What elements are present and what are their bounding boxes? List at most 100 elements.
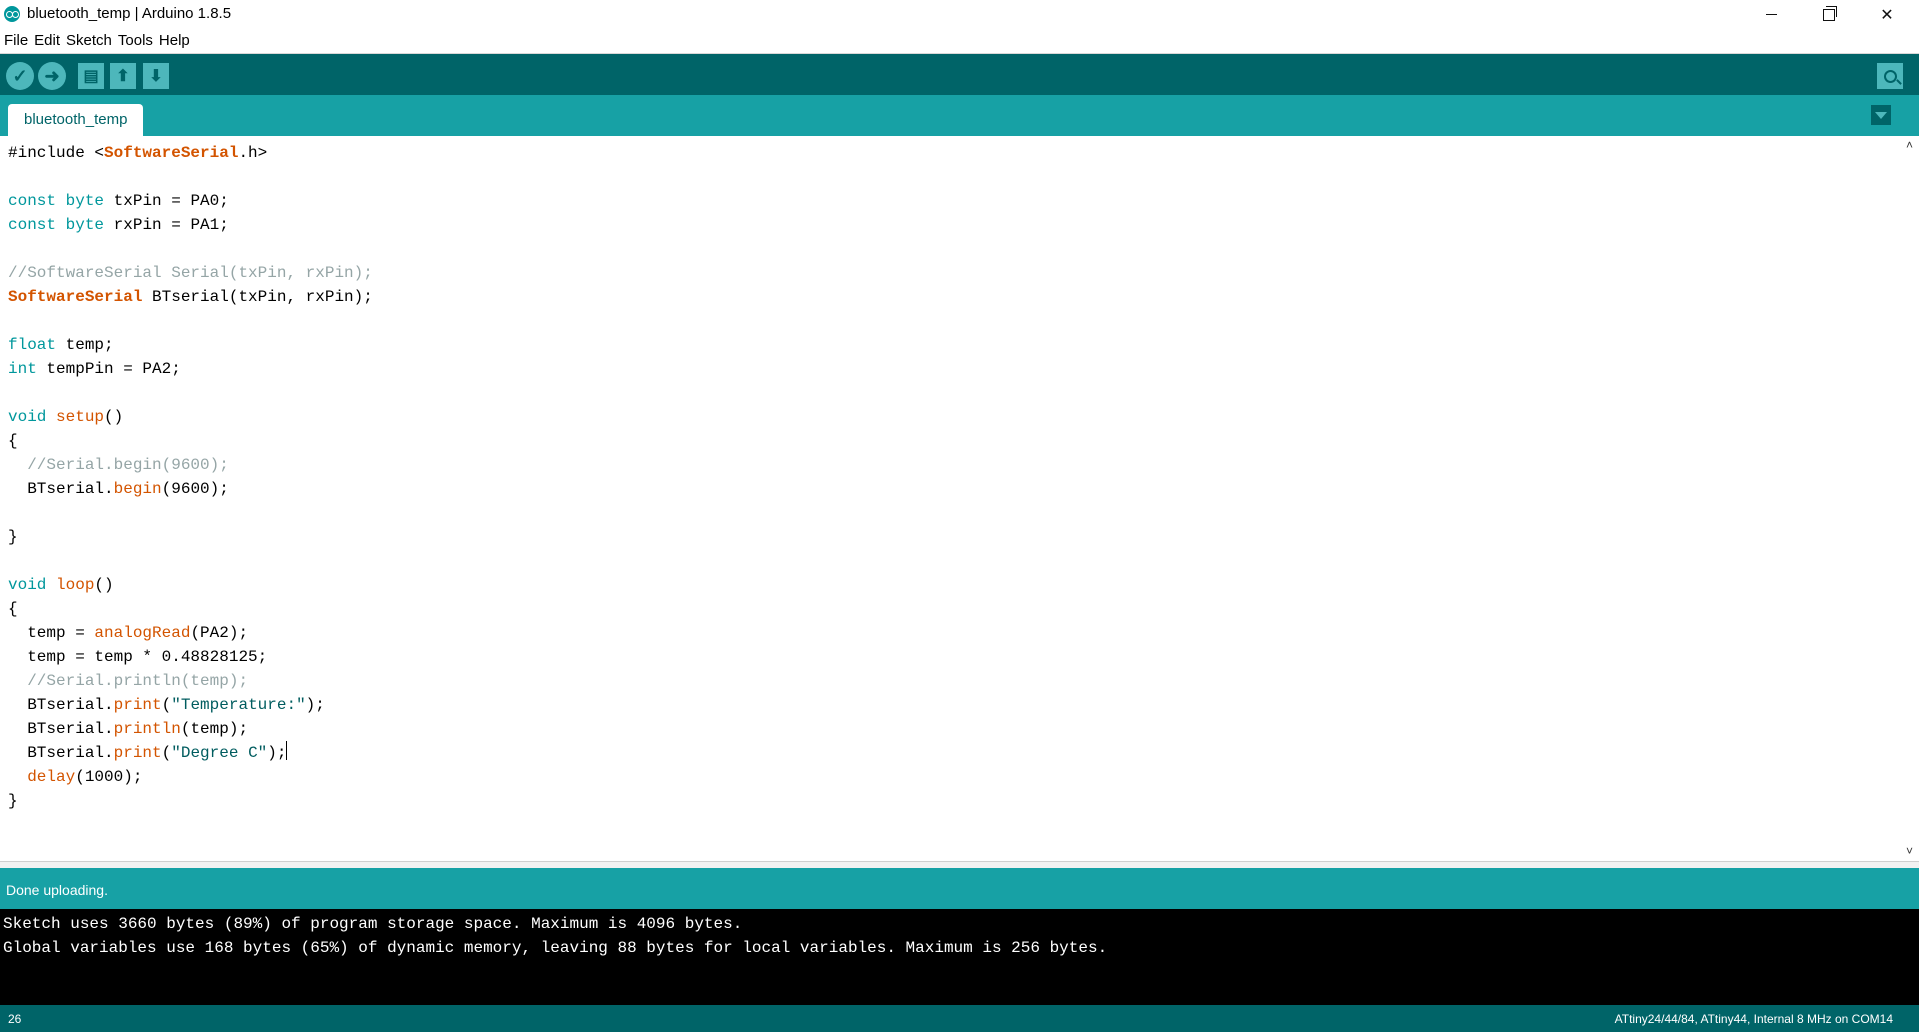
code-token: print [113, 744, 162, 762]
tab-bar: bluetooth_temp [0, 95, 1919, 136]
code-token: "Degree C" [171, 744, 268, 762]
code-token: BTserial. [8, 720, 114, 738]
new-sketch-button[interactable]: ▤ [78, 63, 104, 89]
code-line[interactable]: //SoftwareSerial Serial(txPin, rxPin); [8, 261, 373, 285]
code-line[interactable]: SoftwareSerial BTserial(txPin, rxPin); [8, 285, 373, 309]
code-line[interactable]: const byte rxPin = PA1; [8, 213, 373, 237]
menu-file[interactable]: File [0, 29, 30, 49]
code-token: println [113, 720, 181, 738]
code-token: "Temperature:" [171, 696, 306, 714]
code-line[interactable]: #include <SoftwareSerial.h> [8, 141, 373, 165]
menu-bar: File Edit Sketch Tools Help [0, 29, 1919, 54]
maximize-button[interactable] [1800, 0, 1858, 29]
code-line[interactable]: const byte txPin = PA0; [8, 189, 373, 213]
code-token: float [8, 336, 57, 354]
code-token: temp = temp * 0.48828125; [8, 648, 268, 666]
code-token: #include < [8, 144, 105, 162]
menu-sketch[interactable]: Sketch [62, 29, 114, 49]
code-line[interactable]: BTserial.print("Temperature:"); [8, 693, 373, 717]
code-token: loop [56, 576, 95, 594]
code-token: { [8, 600, 18, 618]
code-token: SoftwareSerial [104, 144, 239, 162]
status-bar: Done uploading. [0, 868, 1919, 909]
code-token: byte [65, 216, 105, 234]
document-icon: ▤ [83, 68, 99, 85]
code-line[interactable]: //Serial.println(temp); [8, 669, 373, 693]
code-line[interactable]: float temp; [8, 333, 373, 357]
code-token: ); [267, 744, 287, 762]
code-line[interactable] [8, 309, 373, 333]
board-info: ATtiny24/44/84, ATtiny44, Internal 8 MHz… [1614, 1012, 1893, 1026]
code-line[interactable] [8, 381, 373, 405]
status-message: Done uploading. [6, 882, 108, 898]
code-editor[interactable]: #include <SoftwareSerial.h> const byte tx… [0, 136, 1900, 861]
restore-icon [1823, 5, 1837, 21]
tab-bluetooth-temp[interactable]: bluetooth_temp [8, 104, 144, 136]
console-line: Sketch uses 3660 bytes (89%) of program … [3, 915, 743, 933]
verify-button[interactable]: ✓ [6, 62, 34, 90]
close-button[interactable]: ✕ [1858, 0, 1916, 29]
code-line[interactable]: BTserial.begin(9600); [8, 477, 373, 501]
code-line[interactable]: BTserial.println(temp); [8, 717, 373, 741]
code-line[interactable]: int tempPin = PA2; [8, 357, 373, 381]
code-token: BTserial. [8, 744, 114, 762]
code-token: //Serial.begin(9600); [8, 456, 229, 474]
code-line[interactable]: temp = temp * 0.48828125; [8, 645, 373, 669]
code-line[interactable]: { [8, 429, 373, 453]
code-line[interactable] [8, 549, 373, 573]
console-output[interactable]: Sketch uses 3660 bytes (89%) of program … [0, 909, 1919, 1005]
footer-bar: 26 ATtiny24/44/84, ATtiny44, Internal 8 … [0, 1005, 1919, 1032]
code-token: void [8, 576, 47, 594]
right-arrow-icon: ➜ [44, 65, 60, 86]
code-line[interactable] [8, 237, 373, 261]
code-token: analogRead [94, 624, 191, 642]
scroll-down-icon[interactable]: ˅ [1904, 845, 1915, 857]
code-token: const [8, 216, 57, 234]
toolbar: ✓ ➜ ▤ ⬆ ⬇ [0, 54, 1919, 95]
code-area[interactable]: #include <SoftwareSerial.h> const byte tx… [8, 141, 373, 813]
tab-menu-button[interactable] [1871, 105, 1891, 125]
code-token: const [8, 192, 57, 210]
code-line[interactable]: temp = analogRead(PA2); [8, 621, 373, 645]
code-token: } [8, 528, 18, 546]
code-line[interactable]: BTserial.print("Degree C"); [8, 741, 373, 765]
checkmark-icon: ✓ [12, 65, 28, 86]
code-token: delay [27, 768, 76, 786]
code-token: temp; [56, 336, 114, 354]
code-line[interactable]: //Serial.begin(9600); [8, 453, 373, 477]
code-token: begin [113, 480, 162, 498]
serial-monitor-button[interactable] [1877, 63, 1903, 89]
code-token: ( [161, 744, 172, 762]
code-line[interactable]: delay(1000); [8, 765, 373, 789]
code-line[interactable]: void setup() [8, 405, 373, 429]
minimize-button[interactable] [1742, 0, 1800, 29]
code-line[interactable] [8, 501, 373, 525]
code-token: print [113, 696, 162, 714]
code-token: (PA2); [190, 624, 249, 642]
editor-scrollbar[interactable]: ˄ ˅ [1900, 136, 1919, 861]
title-bar: bluetooth_temp | Arduino 1.8.5 ✕ [0, 0, 1919, 29]
text-cursor [286, 741, 288, 760]
menu-tools[interactable]: Tools [114, 29, 155, 49]
save-sketch-button[interactable]: ⬇ [143, 63, 169, 89]
scroll-up-icon[interactable]: ˄ [1904, 139, 1915, 151]
menu-help[interactable]: Help [155, 29, 192, 49]
code-token: ); [305, 696, 325, 714]
line-number: 26 [8, 1012, 22, 1026]
menu-edit[interactable]: Edit [30, 29, 62, 49]
code-line[interactable] [8, 165, 373, 189]
magnifier-icon [1883, 69, 1897, 83]
code-line[interactable]: { [8, 597, 373, 621]
code-token: } [8, 792, 18, 810]
upload-button[interactable]: ➜ [38, 62, 66, 90]
code-token: tempPin = PA2; [36, 360, 181, 378]
window-title: bluetooth_temp | Arduino 1.8.5 [27, 5, 232, 22]
code-line[interactable]: } [8, 789, 373, 813]
code-line[interactable]: void loop() [8, 573, 373, 597]
code-line[interactable]: } [8, 525, 373, 549]
open-sketch-button[interactable]: ⬆ [110, 63, 136, 89]
code-token: setup [56, 408, 105, 426]
